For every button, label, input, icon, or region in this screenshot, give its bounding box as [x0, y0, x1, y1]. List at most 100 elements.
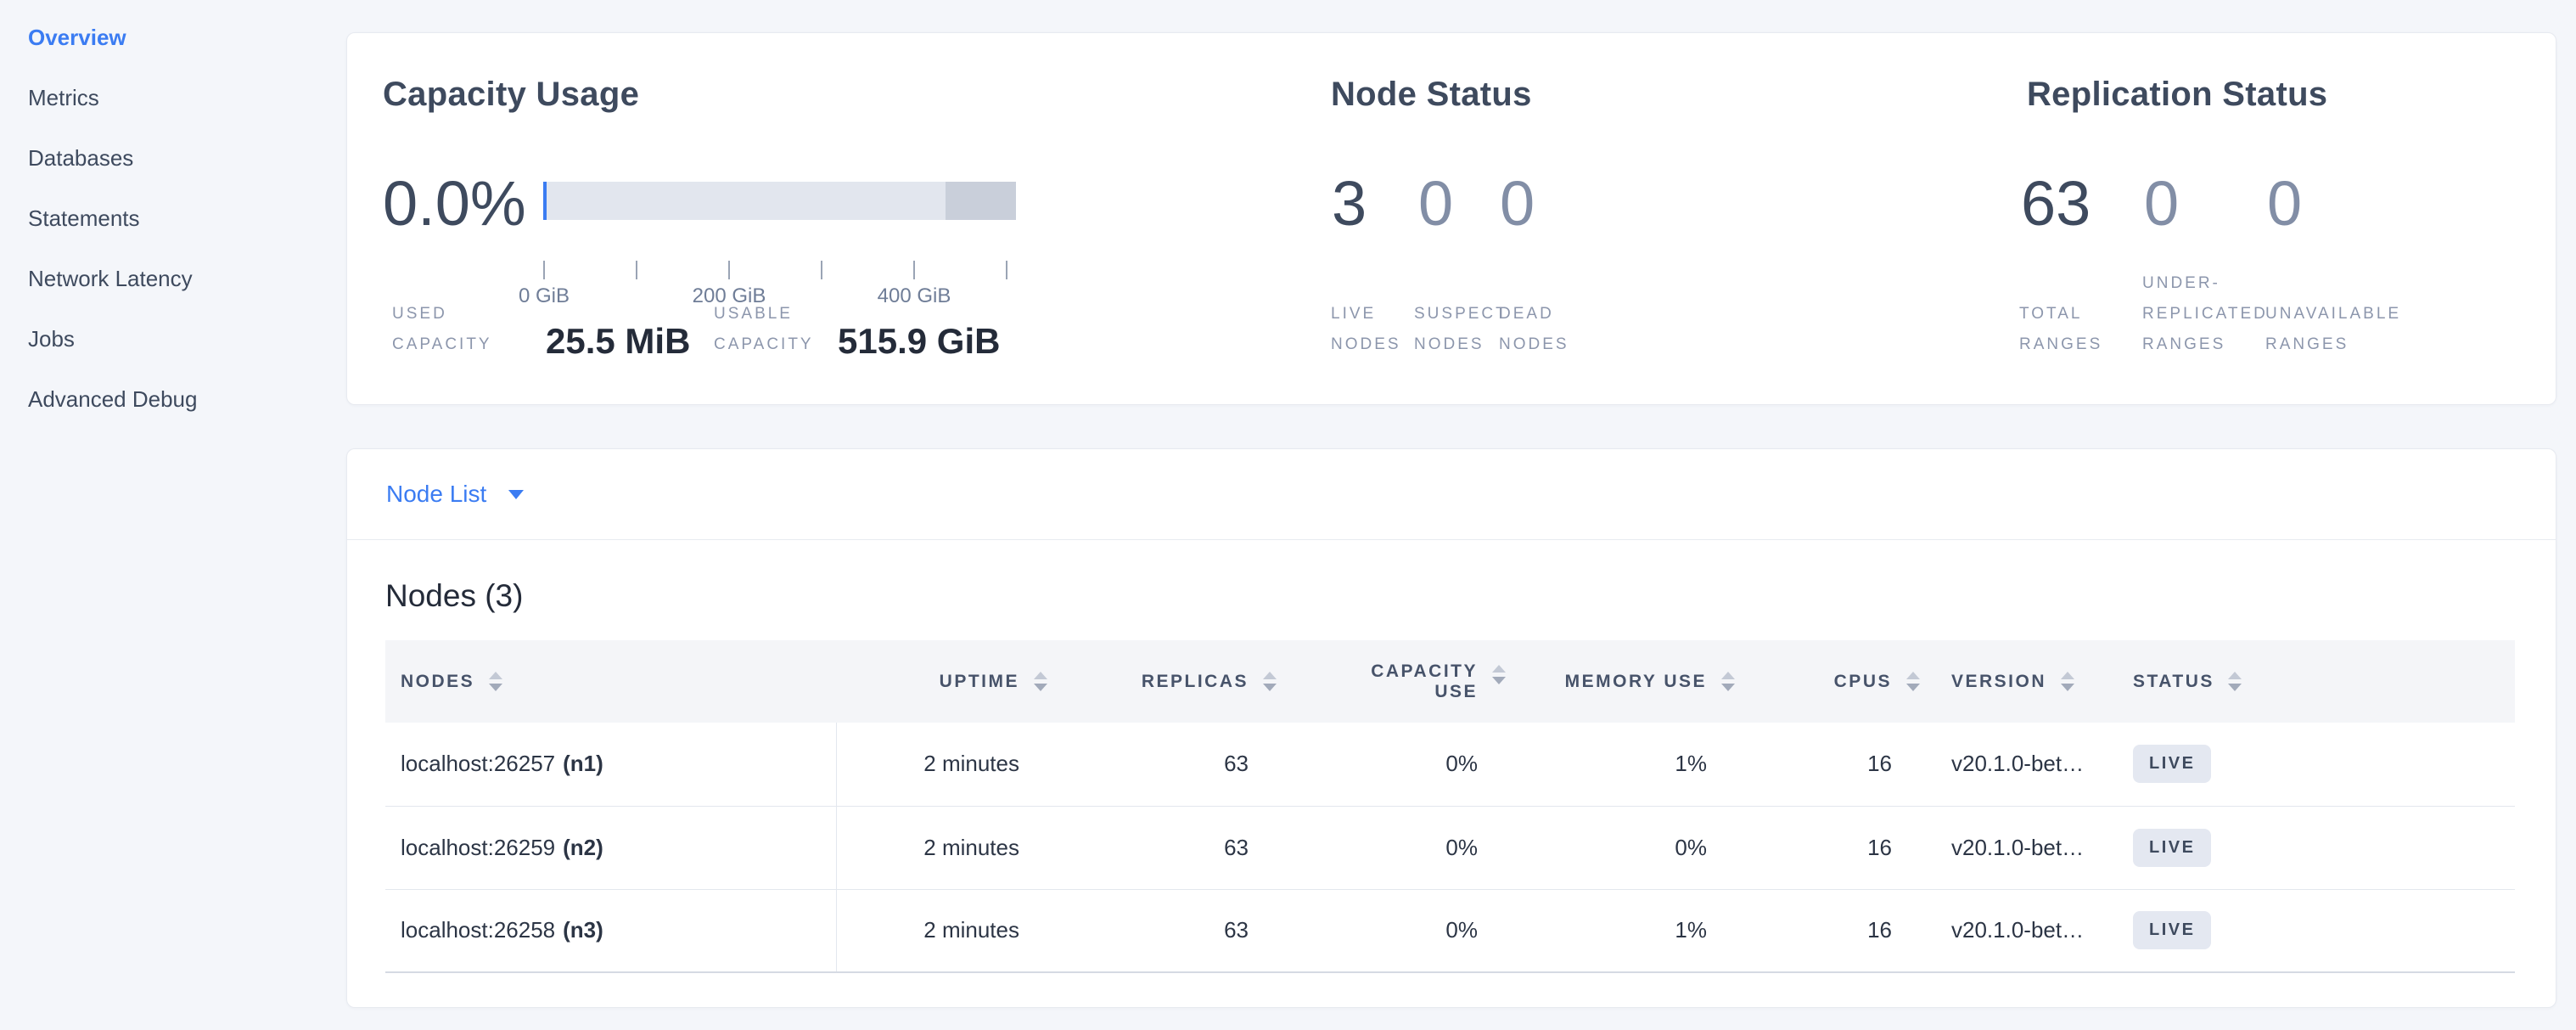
status-cell: LIVE	[2121, 806, 2515, 889]
used-capacity-value: 25.5 MiB	[546, 321, 690, 362]
node-address-cell: localhost:26257(n1)	[385, 723, 836, 806]
cpus-cell: 16	[1737, 806, 1922, 889]
version-cell: v20.1.0-bet…	[1922, 723, 2121, 806]
live-nodes-label: LIVE NODES	[1331, 299, 1401, 360]
axis-tick-label: 400 GiB	[878, 284, 951, 308]
axis-tick	[821, 261, 822, 279]
column-header-cpus[interactable]: CPUS	[1737, 640, 1922, 723]
sidebar-item-overview[interactable]: Overview	[0, 25, 346, 85]
suspect-nodes-label: SUSPECT NODES	[1414, 299, 1508, 360]
sidebar-item-jobs[interactable]: Jobs	[0, 326, 346, 386]
status-cell: LIVE	[2121, 723, 2515, 806]
column-header-uptime[interactable]: UPTIME	[836, 640, 1049, 723]
node-list-dropdown-label: Node List	[386, 481, 486, 508]
axis-tick-label: 0 GiB	[519, 284, 570, 308]
column-label: MEMORY USE	[1565, 672, 1707, 692]
capacity-bar-used-segment	[543, 182, 547, 220]
replicas-cell: 63	[1049, 723, 1278, 806]
sidebar-item-advanced-debug[interactable]: Advanced Debug	[0, 386, 346, 447]
sort-icon	[2226, 672, 2244, 691]
total-ranges-count: 63	[2021, 167, 2091, 239]
sort-icon	[486, 672, 504, 691]
status-badge: LIVE	[2133, 829, 2211, 867]
uptime-cell: 2 minutes	[836, 806, 1049, 889]
sidebar-item-statements[interactable]: Statements	[0, 205, 346, 266]
column-label: CAPACITY USE	[1371, 661, 1478, 702]
capacity-usage-bar	[543, 182, 1016, 220]
nodes-section-title: Nodes (3)	[385, 578, 523, 614]
node-list-header-row: Node List	[347, 449, 2556, 540]
column-header-status[interactable]: STATUS	[2121, 640, 2515, 723]
column-header-memory-use[interactable]: MEMORY USE	[1507, 640, 1737, 723]
replication-status-title: Replication Status	[2027, 76, 2327, 114]
memory-use-cell: 0%	[1507, 806, 1737, 889]
dead-nodes-count: 0	[1500, 167, 1535, 239]
column-header-capacity-use[interactable]: CAPACITY USE	[1278, 640, 1507, 723]
node-address-cell: localhost:26258(n3)	[385, 889, 836, 972]
column-label: VERSION	[1951, 672, 2046, 692]
memory-use-cell: 1%	[1507, 723, 1737, 806]
status-badge: LIVE	[2133, 911, 2211, 949]
node-list-card: Node List Nodes (3) NODES UPTIME REPLICA…	[346, 448, 2556, 1008]
column-label: REPLICAS	[1142, 672, 1249, 692]
column-label: NODES	[401, 672, 474, 692]
column-header-version[interactable]: VERSION	[1922, 640, 2121, 723]
used-capacity-label: USED CAPACITY	[392, 299, 492, 360]
unavailable-ranges-count: 0	[2267, 167, 2302, 239]
suspect-nodes-count: 0	[1418, 167, 1453, 239]
status-badge: LIVE	[2133, 745, 2211, 783]
nodes-table: NODES UPTIME REPLICAS CAPACITY USE MEMOR…	[385, 640, 2515, 973]
column-label: UPTIME	[940, 672, 1019, 692]
unavailable-ranges-label: UNAVAILABLE RANGES	[2265, 299, 2401, 360]
sort-icon	[1490, 665, 1507, 684]
node-address-cell: localhost:26259(n2)	[385, 806, 836, 889]
status-cell: LIVE	[2121, 889, 2515, 972]
capacity-use-cell: 0%	[1278, 889, 1507, 972]
axis-tick	[543, 261, 545, 279]
axis-tick	[728, 261, 730, 279]
sidebar: Overview Metrics Databases Statements Ne…	[0, 0, 346, 1030]
version-cell: v20.1.0-bet…	[1922, 889, 2121, 972]
column-label: STATUS	[2133, 672, 2214, 692]
sidebar-item-metrics[interactable]: Metrics	[0, 85, 346, 145]
replicas-cell: 63	[1049, 889, 1278, 972]
usable-capacity-value: 515.9 GiB	[838, 321, 1000, 362]
sort-icon	[1031, 672, 1049, 691]
sidebar-item-network-latency[interactable]: Network Latency	[0, 266, 346, 326]
sort-icon	[1719, 672, 1737, 691]
uptime-cell: 2 minutes	[836, 889, 1049, 972]
under-replicated-ranges-label: UNDER- REPLICATED RANGES	[2142, 268, 2268, 360]
axis-tick	[1006, 261, 1007, 279]
capacity-use-cell: 0%	[1278, 806, 1507, 889]
column-header-nodes[interactable]: NODES	[385, 640, 836, 723]
column-header-replicas[interactable]: REPLICAS	[1049, 640, 1278, 723]
cpus-cell: 16	[1737, 723, 1922, 806]
sort-icon	[1904, 672, 1922, 691]
node-list-dropdown[interactable]: Node List	[386, 481, 524, 508]
live-nodes-count: 3	[1332, 167, 1367, 239]
dead-nodes-label: DEAD NODES	[1499, 299, 1569, 360]
capacity-bar-reserved-segment	[946, 182, 1016, 220]
cpus-cell: 16	[1737, 889, 1922, 972]
cluster-summary-card: Capacity Usage 0.0% 0 GiB 200 GiB 400 Gi…	[346, 32, 2556, 405]
uptime-cell: 2 minutes	[836, 723, 1049, 806]
capacity-usage-title: Capacity Usage	[383, 76, 639, 114]
sort-icon	[1260, 672, 1278, 691]
table-row[interactable]: localhost:26259(n2) 2 minutes 63 0% 0% 1…	[385, 806, 2515, 889]
capacity-used-percent: 0.0%	[383, 167, 526, 239]
version-cell: v20.1.0-bet…	[1922, 806, 2121, 889]
column-label: CPUS	[1834, 672, 1892, 692]
table-header-row: NODES UPTIME REPLICAS CAPACITY USE MEMOR…	[385, 640, 2515, 723]
chevron-down-icon	[508, 490, 524, 499]
table-row[interactable]: localhost:26257(n1) 2 minutes 63 0% 1% 1…	[385, 723, 2515, 806]
under-replicated-ranges-count: 0	[2144, 167, 2179, 239]
axis-tick	[913, 261, 915, 279]
total-ranges-label: TOTAL RANGES	[2019, 299, 2102, 360]
capacity-use-cell: 0%	[1278, 723, 1507, 806]
replicas-cell: 63	[1049, 806, 1278, 889]
sidebar-item-databases[interactable]: Databases	[0, 145, 346, 205]
table-row[interactable]: localhost:26258(n3) 2 minutes 63 0% 1% 1…	[385, 889, 2515, 972]
sort-icon	[2058, 672, 2076, 691]
memory-use-cell: 1%	[1507, 889, 1737, 972]
axis-tick	[636, 261, 637, 279]
